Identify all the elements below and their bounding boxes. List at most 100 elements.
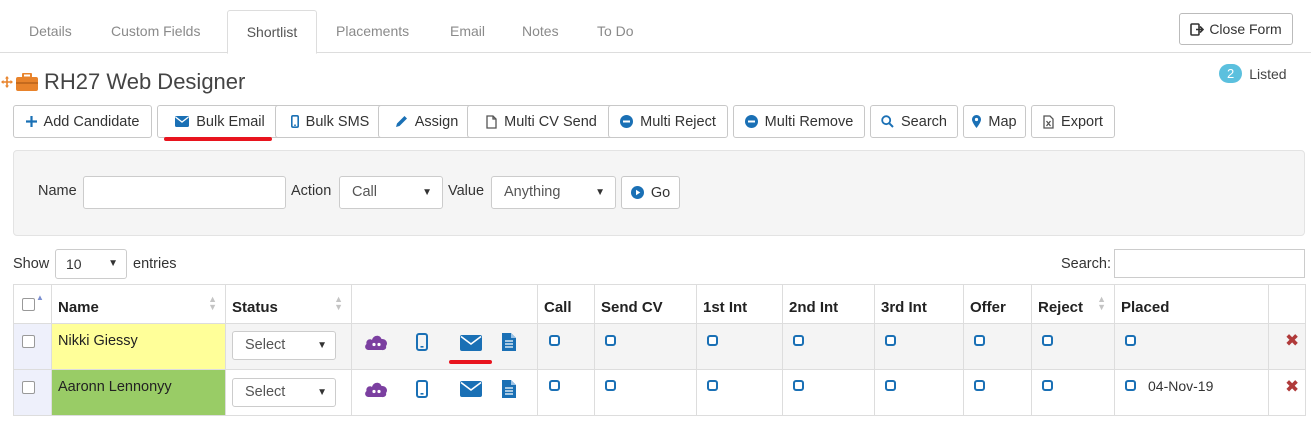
delete-icon[interactable]: ✖ bbox=[1285, 331, 1299, 351]
multi-remove-label: Multi Remove bbox=[764, 113, 854, 130]
table-search-input[interactable] bbox=[1114, 249, 1305, 278]
select-all-checkbox[interactable] bbox=[22, 298, 35, 311]
file-text-icon[interactable] bbox=[502, 380, 516, 398]
tab-placements[interactable]: Placements bbox=[322, 10, 423, 53]
placed-checkbox[interactable] bbox=[1125, 335, 1136, 346]
status-select-value: Select bbox=[245, 384, 286, 400]
caret-down-icon: ▼ bbox=[422, 187, 432, 198]
briefcase-icon bbox=[16, 73, 38, 91]
status-select[interactable]: Select ▼ bbox=[232, 378, 336, 407]
bulk-email-label: Bulk Email bbox=[196, 113, 265, 130]
multi-cv-send-button[interactable]: Multi CV Send bbox=[467, 105, 616, 138]
candidate-name[interactable]: Aaronn Lennonyy bbox=[58, 379, 172, 395]
mobile-icon[interactable] bbox=[416, 333, 428, 351]
row-checkbox[interactable] bbox=[22, 381, 35, 394]
actions-cell bbox=[351, 323, 538, 370]
caret-down-icon: ▼ bbox=[595, 187, 605, 198]
delete-icon[interactable]: ✖ bbox=[1285, 377, 1299, 397]
reject-checkbox[interactable] bbox=[1042, 335, 1053, 346]
cloud-icon[interactable] bbox=[364, 380, 388, 398]
bulk-sms-button[interactable]: Bulk SMS bbox=[275, 105, 385, 138]
value-select[interactable]: Anything ▼ bbox=[491, 176, 616, 209]
column-header-reject[interactable]: Reject ▲ ▼ bbox=[1031, 284, 1115, 324]
table-search-label: Search: bbox=[1061, 256, 1111, 272]
map-button[interactable]: Map bbox=[963, 105, 1026, 138]
bulk-email-button[interactable]: Bulk Email bbox=[157, 105, 283, 138]
move-icon[interactable] bbox=[1, 76, 13, 88]
column-header-status[interactable]: Status ▲ ▼ bbox=[225, 284, 352, 324]
sign-out-icon bbox=[1190, 22, 1205, 36]
status-select[interactable]: Select ▼ bbox=[232, 331, 336, 360]
1st-int-checkbox[interactable] bbox=[707, 335, 718, 346]
listed-badge: 2 bbox=[1219, 64, 1243, 83]
delete-cell: ✖ bbox=[1268, 369, 1306, 416]
column-header-call: Call bbox=[537, 284, 595, 324]
listed-count: 2 Listed bbox=[1219, 64, 1287, 83]
3rd-int-checkbox[interactable] bbox=[885, 335, 896, 346]
column-header-send-cv: Send CV bbox=[594, 284, 697, 324]
tab-custom-fields[interactable]: Custom Fields bbox=[97, 10, 214, 53]
3rd-int-cell bbox=[874, 323, 964, 370]
multi-remove-button[interactable]: Multi Remove bbox=[733, 105, 865, 138]
play-circle-icon bbox=[630, 186, 644, 199]
reject-cell bbox=[1031, 323, 1115, 370]
shortlist-table: ▲ Name ▲ ▼ Status ▲ ▼ Call Send CV 1st Int 2… bbox=[13, 284, 1306, 416]
close-form-button[interactable]: Close Form bbox=[1179, 13, 1293, 45]
row-select-cell bbox=[13, 369, 52, 416]
column-header-label: 2nd Int bbox=[789, 299, 839, 316]
envelope-icon[interactable] bbox=[460, 381, 482, 397]
3rd-int-checkbox[interactable] bbox=[885, 380, 896, 391]
column-header-3rd-int: 3rd Int bbox=[874, 284, 964, 324]
entries-label: entries bbox=[133, 256, 177, 272]
export-label: Export bbox=[1061, 113, 1103, 130]
offer-cell bbox=[963, 323, 1032, 370]
2nd-int-cell bbox=[782, 323, 875, 370]
call-checkbox[interactable] bbox=[549, 380, 560, 391]
mobile-icon[interactable] bbox=[416, 380, 428, 398]
tab-notes[interactable]: Notes bbox=[508, 10, 573, 53]
send-cv-checkbox[interactable] bbox=[605, 380, 616, 391]
name-filter-input[interactable] bbox=[83, 176, 286, 209]
column-header-label: Status bbox=[232, 299, 278, 316]
reject-checkbox[interactable] bbox=[1042, 380, 1053, 391]
column-header-2nd-int: 2nd Int bbox=[782, 284, 875, 324]
actions-cell bbox=[351, 369, 538, 416]
tab-todo[interactable]: To Do bbox=[583, 10, 648, 53]
pencil-icon bbox=[395, 116, 407, 127]
2nd-int-checkbox[interactable] bbox=[793, 335, 804, 346]
offer-checkbox[interactable] bbox=[974, 335, 985, 346]
column-header-name[interactable]: Name ▲ ▼ bbox=[51, 284, 226, 324]
envelope-icon[interactable] bbox=[460, 335, 482, 351]
status-cell: Select ▼ bbox=[225, 323, 352, 370]
cloud-icon[interactable] bbox=[364, 333, 388, 351]
email-icon-highlight bbox=[449, 360, 492, 364]
candidate-name[interactable]: Nikki Giessy bbox=[58, 333, 138, 349]
file-text-icon[interactable] bbox=[502, 333, 516, 351]
export-button[interactable]: Export bbox=[1031, 105, 1115, 138]
placed-checkbox[interactable] bbox=[1125, 380, 1136, 391]
call-checkbox[interactable] bbox=[549, 335, 560, 346]
add-candidate-button[interactable]: Add Candidate bbox=[13, 105, 152, 138]
action-select-value: Call bbox=[352, 184, 377, 200]
table-row: Aaronn Lennonyy Select ▼ 04-Nov-19 ✖ bbox=[13, 369, 1306, 416]
action-select[interactable]: Call ▼ bbox=[339, 176, 443, 209]
tab-email[interactable]: Email bbox=[436, 10, 499, 53]
tab-shortlist[interactable]: Shortlist bbox=[227, 10, 317, 54]
1st-int-cell bbox=[696, 369, 783, 416]
2nd-int-checkbox[interactable] bbox=[793, 380, 804, 391]
sort-asc-icon[interactable]: ▲ bbox=[36, 293, 44, 302]
offer-checkbox[interactable] bbox=[974, 380, 985, 391]
go-button[interactable]: Go bbox=[621, 176, 680, 209]
assign-button[interactable]: Assign bbox=[378, 105, 475, 138]
search-label: Search bbox=[901, 113, 947, 130]
search-button[interactable]: Search bbox=[870, 105, 958, 138]
entries-select[interactable]: 10 ▼ bbox=[55, 249, 127, 279]
1st-int-checkbox[interactable] bbox=[707, 380, 718, 391]
tab-details[interactable]: Details bbox=[15, 10, 86, 53]
row-checkbox[interactable] bbox=[22, 335, 35, 348]
row-select-cell bbox=[13, 323, 52, 370]
column-header-delete bbox=[1268, 284, 1306, 324]
map-marker-icon bbox=[972, 115, 982, 128]
multi-reject-button[interactable]: Multi Reject bbox=[608, 105, 728, 138]
send-cv-checkbox[interactable] bbox=[605, 335, 616, 346]
